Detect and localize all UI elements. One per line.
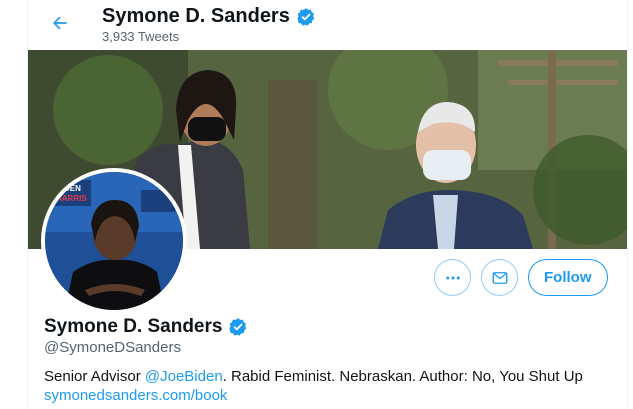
profile-bio: Senior Advisor @JoeBiden. Rabid Feminist… <box>44 368 583 385</box>
header-display-name: Symone D. Sanders <box>102 5 290 27</box>
verified-badge-icon <box>297 7 315 26</box>
more-button[interactable] <box>434 259 471 296</box>
avatar-photo: BIDEN HARRIS <box>45 172 183 310</box>
tweet-count: 3,933 Tweets <box>102 29 180 44</box>
message-button[interactable] <box>481 259 518 296</box>
profile-page: Symone D. Sanders 3,933 Tweets BIDEN HAR… <box>27 0 628 409</box>
profile-handle: @SymoneDSanders <box>44 339 181 356</box>
follow-button[interactable]: Follow <box>528 259 608 296</box>
more-icon <box>445 276 460 279</box>
website-link[interactable]: symonedsanders.com/book <box>44 387 227 404</box>
verified-badge-icon <box>229 318 247 336</box>
avatar[interactable]: BIDEN HARRIS <box>41 168 187 314</box>
bio-text-prefix: Senior Advisor <box>44 368 145 385</box>
profile-actions: Follow <box>434 259 608 296</box>
bio-mention-link[interactable]: @JoeBiden <box>145 368 223 385</box>
avatar-sign-line2: HARRIS <box>56 194 87 203</box>
arrow-left-icon <box>53 16 67 30</box>
back-button[interactable] <box>48 11 72 35</box>
header-name-row: Symone D. Sanders <box>102 5 316 28</box>
top-bar: Symone D. Sanders 3,933 Tweets <box>28 0 627 50</box>
bio-text-suffix: . Rabid Feminist. Nebraskan. Author: No,… <box>222 368 583 385</box>
profile-name-row: Symone D. Sanders <box>44 316 248 338</box>
envelope-icon <box>492 271 507 284</box>
profile-display-name: Symone D. Sanders <box>44 316 223 337</box>
